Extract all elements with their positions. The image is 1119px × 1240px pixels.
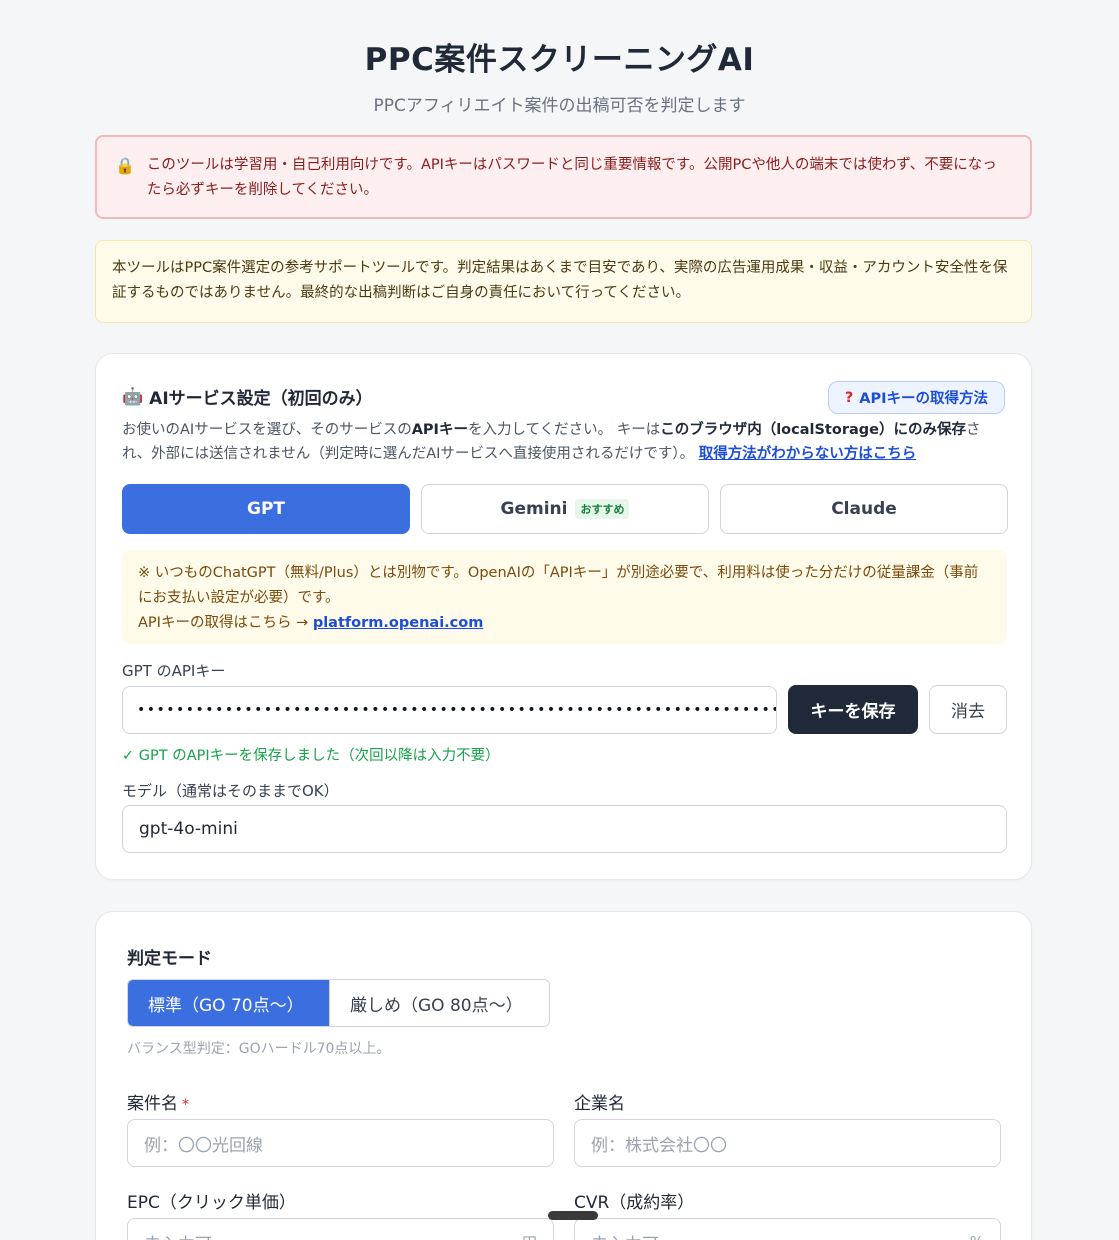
mode-strict-option[interactable]: 厳しめ（GO 80点〜）	[329, 980, 549, 1026]
how-to-get-key-link[interactable]: 取得方法がわからない方はこちら	[699, 446, 917, 462]
case-name-label-text: 案件名	[127, 1094, 178, 1114]
security-warning-text: このツールは学習用・自己利用向けです。APIキーはパスワードと同じ重要情報です。…	[146, 157, 997, 198]
key-saved-message: ✓ GPT のAPIキーを保存しました（次回以降は入力不要）	[122, 748, 500, 764]
judge-mode-toggle: 標準（GO 70点〜） 厳しめ（GO 80点〜）	[127, 979, 550, 1027]
desc-text-2: を入力してください。 キーは	[467, 422, 661, 438]
company-input[interactable]: 例：株式会社〇〇	[574, 1119, 1001, 1167]
desc-bold-1: APIキー	[411, 422, 468, 438]
case-name-placeholder: 例：〇〇光回線	[144, 1135, 263, 1156]
service-selector: GPT Gemini おすすめ Claude	[122, 484, 1008, 534]
ai-settings-title-text: AIサービス設定（初回のみ）	[149, 389, 373, 409]
service-gpt-label: GPT	[246, 499, 285, 519]
api-key-help-button[interactable]: ? APIキーの取得方法	[827, 381, 1005, 414]
robot-icon: 🤖	[122, 386, 144, 407]
security-warning: 🔒 このツールは学習用・自己利用向けです。APIキーはパスワードと同じ重要情報で…	[95, 135, 1032, 219]
service-claude-label: Claude	[831, 499, 897, 519]
page-title: PPC案件スクリーニングAI	[364, 42, 755, 78]
company-label: 企業名	[574, 1094, 625, 1114]
service-gemini-button[interactable]: Gemini おすすめ	[421, 484, 709, 534]
recommended-badge: おすすめ	[575, 499, 630, 519]
gpt-note-prefix: APIキーの取得はこちら →	[138, 615, 309, 631]
disclaimer-text: 本ツールはPPC案件選定の参考サポートツールです。判定結果はあくまで目安であり、…	[112, 260, 1008, 301]
service-gpt-button[interactable]: GPT	[122, 484, 410, 534]
model-input[interactable]: gpt-4o-mini	[122, 805, 1007, 853]
gpt-note-text: ※ いつものChatGPT（無料/Plus）とは別物です。OpenAIの「API…	[138, 565, 979, 606]
cvr-label: CVR（成約率）	[574, 1193, 695, 1213]
judge-card: 判定モード 標準（GO 70点〜） 厳しめ（GO 80点〜） バランス型判定：G…	[95, 911, 1032, 1240]
cvr-input[interactable]: 未入力可 %	[574, 1218, 1001, 1240]
mode-hint: バランス型判定：GOハードル70点以上。	[127, 1041, 391, 1057]
ai-settings-title: 🤖 AIサービス設定（初回のみ）	[122, 384, 373, 410]
service-claude-button[interactable]: Claude	[720, 484, 1008, 534]
desc-bold-2: このブラウザ内（localStorage）にのみ保存	[660, 422, 966, 438]
model-label: モデル（通常はそのままでOK）	[122, 782, 339, 800]
gpt-note-link-line: APIキーの取得はこちら → platform.openai.com	[138, 611, 991, 636]
api-key-label: GPT のAPIキー	[122, 662, 226, 680]
case-name-input[interactable]: 例：〇〇光回線	[127, 1119, 554, 1167]
api-key-help-label: APIキーの取得方法	[859, 391, 988, 407]
disclaimer-notice: 本ツールはPPC案件選定の参考サポートツールです。判定結果はあくまで目安であり、…	[95, 240, 1032, 323]
save-key-button[interactable]: キーを保存	[788, 685, 918, 734]
epc-input[interactable]: 未入力可 円	[127, 1218, 554, 1240]
clear-key-button[interactable]: 消去	[929, 685, 1007, 734]
epc-unit: 円	[522, 1232, 537, 1240]
service-gemini-label: Gemini	[500, 499, 568, 519]
cvr-placeholder: 未入力可	[591, 1230, 659, 1240]
page-header: PPC案件スクリーニングAI PPCアフィリエイト案件の出稿可否を判定します	[0, 0, 1119, 116]
mode-standard-option[interactable]: 標準（GO 70点〜）	[128, 980, 329, 1026]
page-subtitle: PPCアフィリエイト案件の出稿可否を判定します	[373, 96, 746, 116]
epc-placeholder: 未入力可	[144, 1230, 212, 1240]
judge-mode-title: 判定モード	[127, 949, 212, 969]
cvr-unit: %	[970, 1233, 984, 1240]
ai-settings-card: 🤖 AIサービス設定（初回のみ） ? APIキーの取得方法 お使いのAIサービス…	[95, 353, 1032, 880]
required-marker: *	[182, 1097, 189, 1113]
desc-text-1: お使いのAIサービスを選び、そのサービスの	[122, 422, 412, 438]
gpt-api-note: ※ いつものChatGPT（無料/Plus）とは別物です。OpenAIの「API…	[122, 550, 1007, 644]
api-key-input[interactable]: ••••••••••••••••••••••••••••••••••••••••…	[122, 685, 777, 734]
api-key-row: ••••••••••••••••••••••••••••••••••••••••…	[122, 685, 1007, 734]
case-name-label: 案件名 *	[127, 1089, 189, 1114]
question-icon: ?	[844, 389, 854, 406]
company-placeholder: 例：株式会社〇〇	[591, 1135, 727, 1156]
lock-icon: 🔒	[115, 156, 135, 175]
openai-platform-link[interactable]: platform.openai.com	[313, 615, 484, 631]
ai-settings-description: お使いのAIサービスを選び、そのサービスのAPIキーを入力してください。 キーは…	[122, 418, 1007, 466]
scroll-indicator[interactable]	[548, 1211, 598, 1220]
epc-label: EPC（クリック単価）	[127, 1193, 296, 1213]
